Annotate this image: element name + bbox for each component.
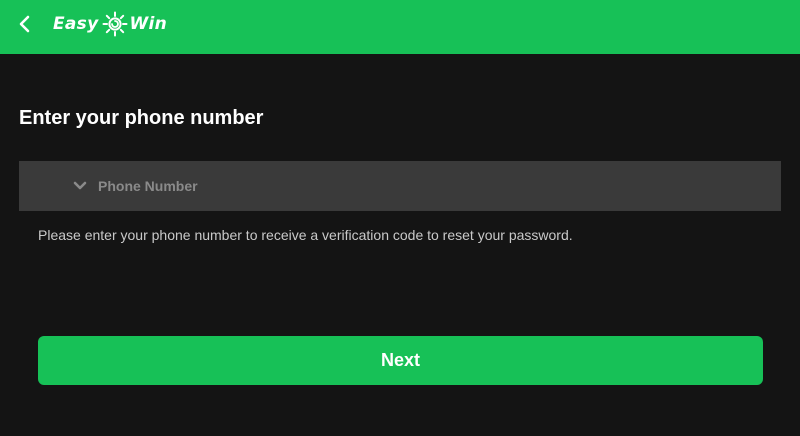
page-title: Enter your phone number	[19, 107, 264, 129]
logo-text-easy: Easy	[53, 14, 99, 34]
chevron-left-icon	[19, 15, 30, 33]
next-button[interactable]: Next	[38, 336, 763, 385]
main-content: Enter your phone number Phone Number Ple…	[0, 54, 800, 436]
country-code-dropdown[interactable]	[72, 178, 88, 194]
phone-number-placeholder: Phone Number	[98, 178, 198, 194]
helper-text: Please enter your phone number to receiv…	[38, 227, 573, 243]
chevron-down-icon	[73, 181, 87, 190]
phone-number-input[interactable]: Phone Number	[19, 161, 781, 211]
logo-text-win: Win	[129, 14, 168, 34]
app-header: Easy Win	[0, 0, 800, 54]
back-button[interactable]	[14, 13, 36, 35]
sun-icon	[102, 11, 127, 37]
brand-logo: Easy Win	[53, 9, 167, 39]
